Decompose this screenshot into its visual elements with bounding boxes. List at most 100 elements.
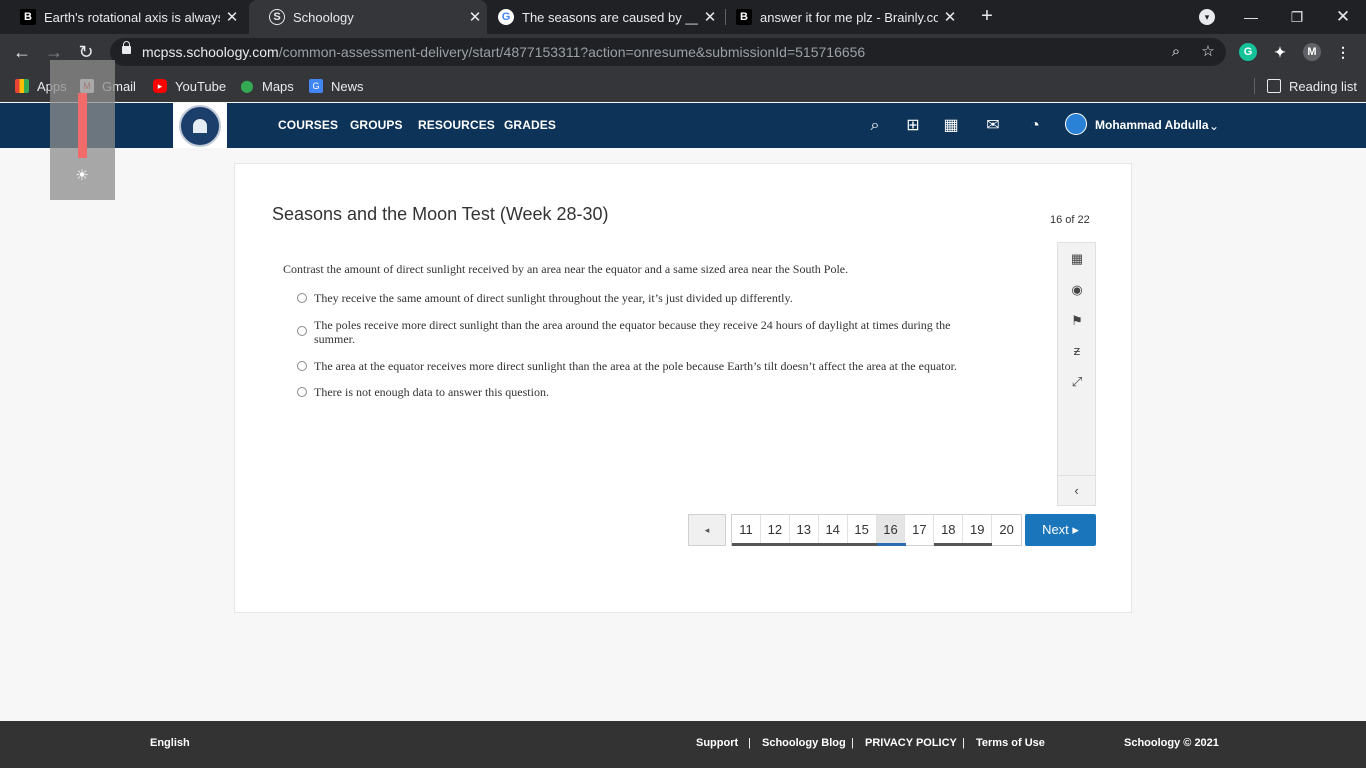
tab-title: Schoology xyxy=(293,9,354,25)
bookmarks-separator xyxy=(1254,78,1255,94)
answer-choice[interactable]: There is not enough data to answer this … xyxy=(297,385,967,399)
profile-avatar[interactable]: M xyxy=(1303,43,1321,61)
apps-grid-icon[interactable]: ⊞ xyxy=(903,116,923,136)
radio-button[interactable] xyxy=(297,293,307,303)
maps-icon: ⬤ xyxy=(240,79,254,93)
radio-button[interactable] xyxy=(297,326,307,336)
notifications-bell-icon[interactable]: ◔ xyxy=(1025,116,1045,136)
answer-choice[interactable]: The poles receive more direct sunlight t… xyxy=(297,318,967,346)
question-text: Contrast the amount of direct sunlight r… xyxy=(283,262,849,276)
reading-list-button[interactable]: Reading list xyxy=(1267,77,1357,95)
browser-tab-1[interactable]: B Earth's rotational axis is always til … xyxy=(0,0,244,34)
url-text: mcpss.schoology.com/common-assessment-de… xyxy=(142,44,866,60)
choice-label[interactable]: The area at the equator receives more di… xyxy=(314,359,957,373)
collapse-panel-icon[interactable]: ‹ xyxy=(1058,475,1095,505)
browser-tab-3[interactable]: G The seasons are caused by ______ ✕ xyxy=(478,0,722,34)
user-avatar[interactable] xyxy=(1065,113,1087,135)
lock-icon xyxy=(122,41,131,54)
page-18[interactable]: 18 xyxy=(934,515,964,546)
previous-page-button[interactable]: ◂ xyxy=(688,514,726,546)
google-favicon-icon: G xyxy=(498,9,514,25)
choice-label[interactable]: There is not enough data to answer this … xyxy=(314,385,549,399)
nav-resources[interactable]: RESOURCES xyxy=(418,103,495,148)
brightness-overlay: ☀ xyxy=(50,60,115,200)
browser-tab-4[interactable]: B answer it for me plz - Brainly.com ✕ xyxy=(716,0,962,34)
footer-separator: | xyxy=(748,737,751,749)
search-icon[interactable]: ⌕ xyxy=(865,116,885,136)
nav-grades[interactable]: GRADES xyxy=(504,103,556,148)
eliminate-answer-icon[interactable]: ƶ xyxy=(1067,341,1087,361)
school-seal-icon xyxy=(179,104,221,147)
reading-list-label: Reading list xyxy=(1289,78,1357,94)
browser-tab-strip: B Earth's rotational axis is always til … xyxy=(0,0,1366,34)
new-tab-icon[interactable]: + xyxy=(976,5,998,27)
brightness-sun-icon[interactable]: ☀ xyxy=(72,166,92,186)
browser-toolbar: ← → ↻ mcpss.schoology.com/common-assessm… xyxy=(0,34,1366,70)
answer-choice[interactable]: They receive the same amount of direct s… xyxy=(297,291,967,305)
choice-label[interactable]: The poles receive more direct sunlight t… xyxy=(314,318,967,346)
youtube-icon: ▸ xyxy=(153,79,167,93)
footer: English Support | Schoology Blog | PRIVA… xyxy=(0,721,1366,768)
footer-link-support[interactable]: Support xyxy=(696,721,738,768)
footer-link-privacy[interactable]: PRIVACY POLICY xyxy=(865,721,957,768)
calculator-icon[interactable]: ▦ xyxy=(1067,249,1087,269)
page-14[interactable]: 14 xyxy=(818,515,848,546)
brightness-level-bar[interactable] xyxy=(78,93,87,158)
bookmark-maps[interactable]: ⬤ Maps xyxy=(240,77,294,95)
nav-groups[interactable]: GROUPS xyxy=(350,103,403,148)
address-bar[interactable]: mcpss.schoology.com/common-assessment-de… xyxy=(110,38,1226,66)
close-window-icon[interactable]: ✕ xyxy=(1320,0,1366,34)
page-13[interactable]: 13 xyxy=(789,515,819,546)
radio-button[interactable] xyxy=(297,387,307,397)
bookmark-label: News xyxy=(331,78,364,94)
language-selector[interactable]: English xyxy=(150,721,190,768)
chrome-menu-icon[interactable]: ⋮ xyxy=(1334,43,1352,61)
brainly-favicon-icon: B xyxy=(20,9,36,25)
restore-icon[interactable]: ❐ xyxy=(1274,0,1320,34)
apps-icon xyxy=(15,79,29,93)
calendar-icon[interactable]: ▦ xyxy=(941,116,961,136)
bookmark-label: YouTube xyxy=(175,78,227,94)
tab-title: The seasons are caused by ______ xyxy=(522,9,698,25)
user-name[interactable]: Mohammad Abdulla xyxy=(1095,103,1209,148)
choice-label[interactable]: They receive the same amount of direct s… xyxy=(314,291,793,305)
grammarly-extension-icon[interactable]: G xyxy=(1239,43,1257,61)
extensions-puzzle-icon[interactable]: ✦ xyxy=(1271,43,1289,61)
brainly-favicon-icon: B xyxy=(736,9,752,25)
page-17[interactable]: 17 xyxy=(905,515,935,545)
answer-choice[interactable]: The area at the equator receives more di… xyxy=(297,359,997,373)
bookmark-youtube[interactable]: ▸ YouTube xyxy=(153,77,226,95)
schoology-favicon-icon: S xyxy=(269,9,285,25)
browser-tab-2[interactable]: S Schoology ✕ xyxy=(249,0,487,34)
tab-search-icon[interactable]: ▾ xyxy=(1199,9,1215,25)
footer-separator: | xyxy=(851,737,854,749)
back-arrow-icon[interactable]: ← xyxy=(10,40,34,64)
assessment-card: Seasons and the Moon Test (Week 28-30) 1… xyxy=(234,163,1132,613)
page-12[interactable]: 12 xyxy=(760,515,790,546)
bookmark-news[interactable]: G News xyxy=(309,77,364,95)
page-15[interactable]: 15 xyxy=(847,515,877,546)
next-button[interactable]: Next ▸ xyxy=(1025,514,1096,546)
radio-button[interactable] xyxy=(297,361,307,371)
close-tab-icon[interactable]: ✕ xyxy=(220,8,244,26)
nav-courses[interactable]: COURSES xyxy=(278,103,338,148)
flag-icon[interactable]: ⚑ xyxy=(1067,311,1087,331)
footer-copyright: Schoology © 2021 xyxy=(1124,737,1219,749)
school-logo[interactable] xyxy=(173,103,227,148)
minimize-icon[interactable]: — xyxy=(1228,0,1274,34)
bookmark-star-icon[interactable]: ☆ xyxy=(1198,42,1218,62)
page-16-current[interactable]: 16 xyxy=(876,515,906,546)
accessibility-icon[interactable]: ◉ xyxy=(1067,280,1087,300)
page-19[interactable]: 19 xyxy=(963,515,993,546)
tab-title: answer it for me plz - Brainly.com xyxy=(760,9,938,25)
tab-title: Earth's rotational axis is always til xyxy=(44,9,220,25)
footer-link-blog[interactable]: Schoology Blog xyxy=(762,721,846,768)
footer-separator: | xyxy=(962,737,965,749)
fullscreen-icon[interactable]: ⤢ xyxy=(1067,372,1087,392)
zoom-icon[interactable]: ⌕ xyxy=(1166,42,1186,62)
page-11[interactable]: 11 xyxy=(732,515,761,546)
footer-link-terms[interactable]: Terms of Use xyxy=(976,721,1045,768)
page-20[interactable]: 20 xyxy=(992,515,1021,545)
messages-icon[interactable]: ✉ xyxy=(983,116,1003,136)
close-tab-icon[interactable]: ✕ xyxy=(938,8,962,26)
